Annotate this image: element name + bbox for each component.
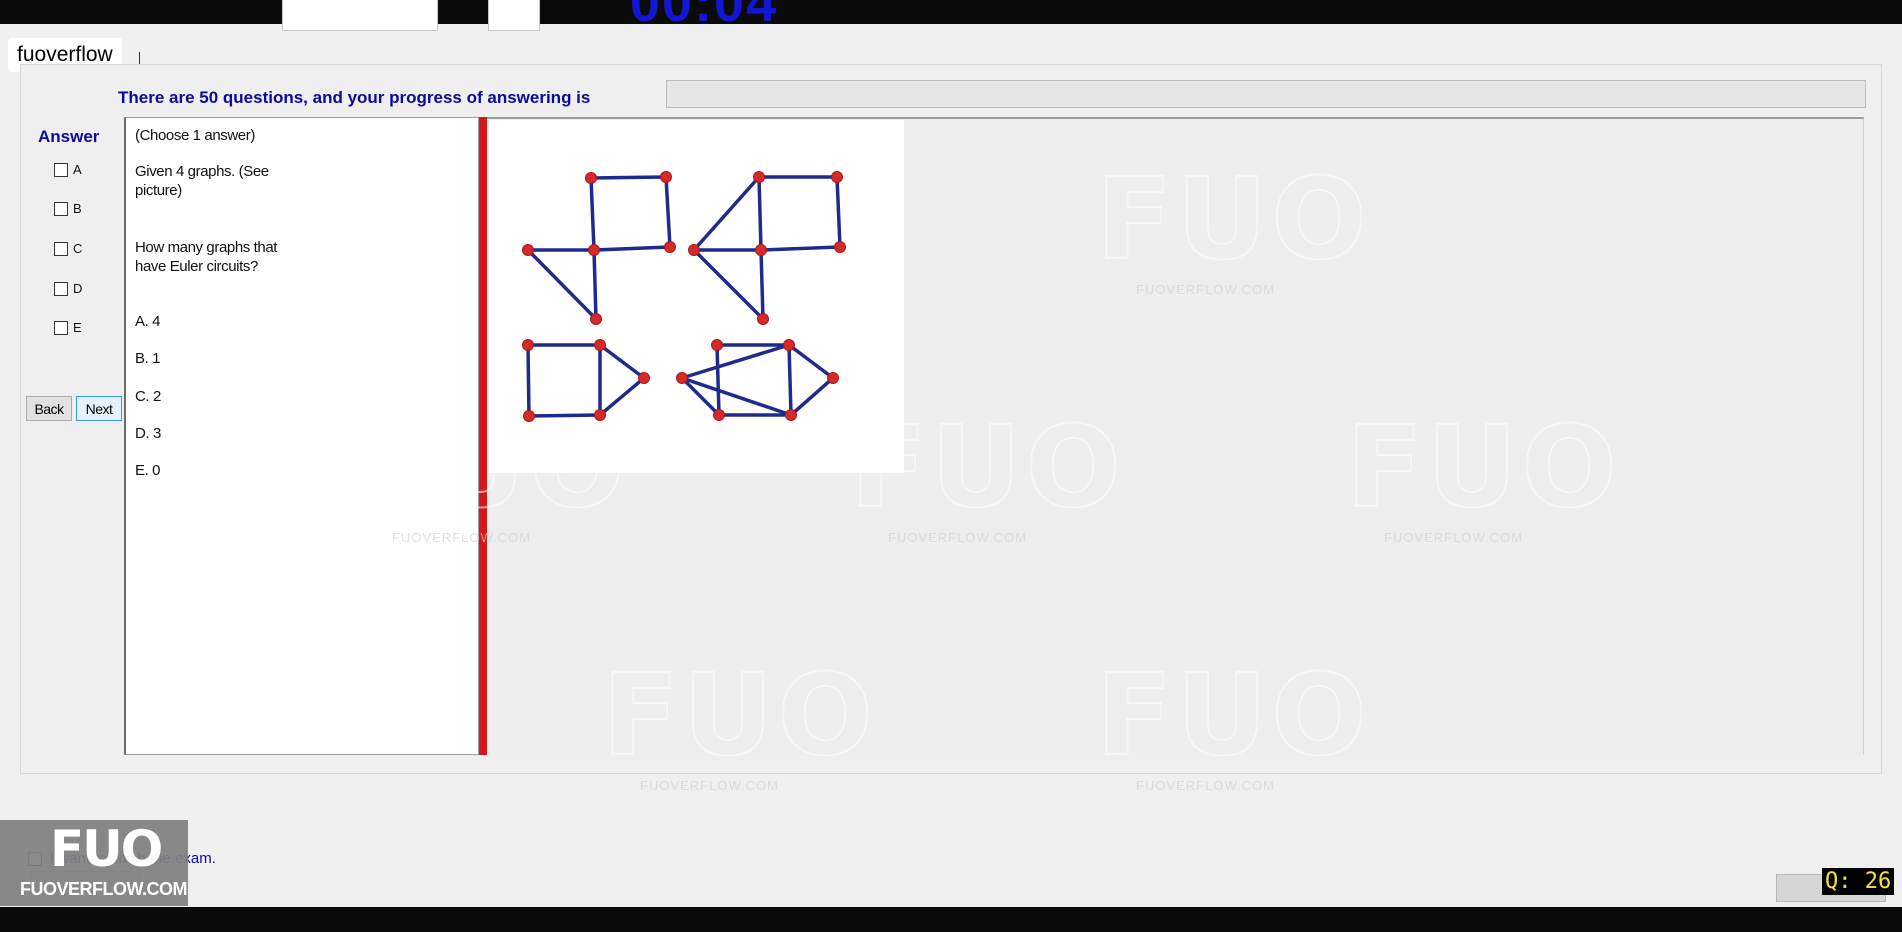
top-partial-combobox[interactable] xyxy=(282,0,438,31)
question-graph-image xyxy=(489,120,904,473)
next-button[interactable]: Next xyxy=(76,396,122,421)
answer-option-label: E xyxy=(73,320,82,335)
answer-option-label: C xyxy=(73,241,83,256)
watermark-site: FUOVERFLOW.COM xyxy=(1136,778,1275,793)
bottom-letterbox-bar xyxy=(0,907,1902,932)
question-ask-line: have Euler circuits? xyxy=(135,258,258,275)
choice-b: B. 1 xyxy=(135,350,161,367)
watermark-site: FUOVERFLOW.COM xyxy=(1136,282,1275,297)
euler-graphs-figure xyxy=(522,171,846,422)
answer-option-a[interactable]: A xyxy=(54,162,82,177)
choice-e: E. 0 xyxy=(135,462,161,479)
question-instruction: (Choose 1 answer) xyxy=(135,127,255,144)
choice-d: D. 3 xyxy=(135,425,161,442)
watermark-site: FUOVERFLOW.COM xyxy=(392,530,531,545)
watermark-logo: FUO xyxy=(1095,155,1371,285)
answer-option-label: A xyxy=(73,162,82,177)
fuoverflow-logo-overlay: FUO FUOVERFLOW.COM xyxy=(0,820,188,906)
answer-option-label: B xyxy=(73,201,82,216)
answer-option-e[interactable]: E xyxy=(54,320,82,335)
answer-title: Answer xyxy=(38,127,100,146)
progress-bar xyxy=(666,80,1866,108)
question-stem-line: Given 4 graphs. (See xyxy=(135,163,269,180)
logo-mark: FUO xyxy=(50,820,163,878)
graph-vertices xyxy=(522,171,846,422)
answer-option-b[interactable]: B xyxy=(54,201,82,216)
top-partial-field[interactable] xyxy=(488,0,540,31)
logo-site-text: FUOVERFLOW.COM xyxy=(20,879,188,899)
question-stem-line: picture) xyxy=(135,182,182,199)
choice-c: C. 2 xyxy=(135,388,161,405)
answer-option-d[interactable]: D xyxy=(54,281,82,296)
checkbox[interactable] xyxy=(54,320,68,335)
watermark-site: FUOVERFLOW.COM xyxy=(640,778,779,793)
checkbox[interactable] xyxy=(54,281,68,296)
checkbox[interactable] xyxy=(54,162,68,177)
choice-a: A. 4 xyxy=(135,313,161,330)
progress-label: There are 50 questions, and your progres… xyxy=(118,88,591,107)
watermark-logo: FUO xyxy=(1095,651,1371,781)
watermark-site: FUOVERFLOW.COM xyxy=(1384,530,1523,545)
back-button[interactable]: Back xyxy=(26,396,72,421)
checkbox[interactable] xyxy=(54,241,68,256)
answer-option-c[interactable]: C xyxy=(54,241,82,256)
checkbox[interactable] xyxy=(54,201,68,216)
watermark-site: FUOVERFLOW.COM xyxy=(888,530,1027,545)
question-ask-line: How many graphs that xyxy=(135,239,278,256)
watermark-logo: FUO xyxy=(1345,403,1621,533)
question-counter: Q: 26 xyxy=(1822,868,1895,895)
watermark-logo: FUO xyxy=(601,651,877,781)
answer-option-label: D xyxy=(73,281,83,296)
timer-display: 00:04 xyxy=(630,0,779,33)
